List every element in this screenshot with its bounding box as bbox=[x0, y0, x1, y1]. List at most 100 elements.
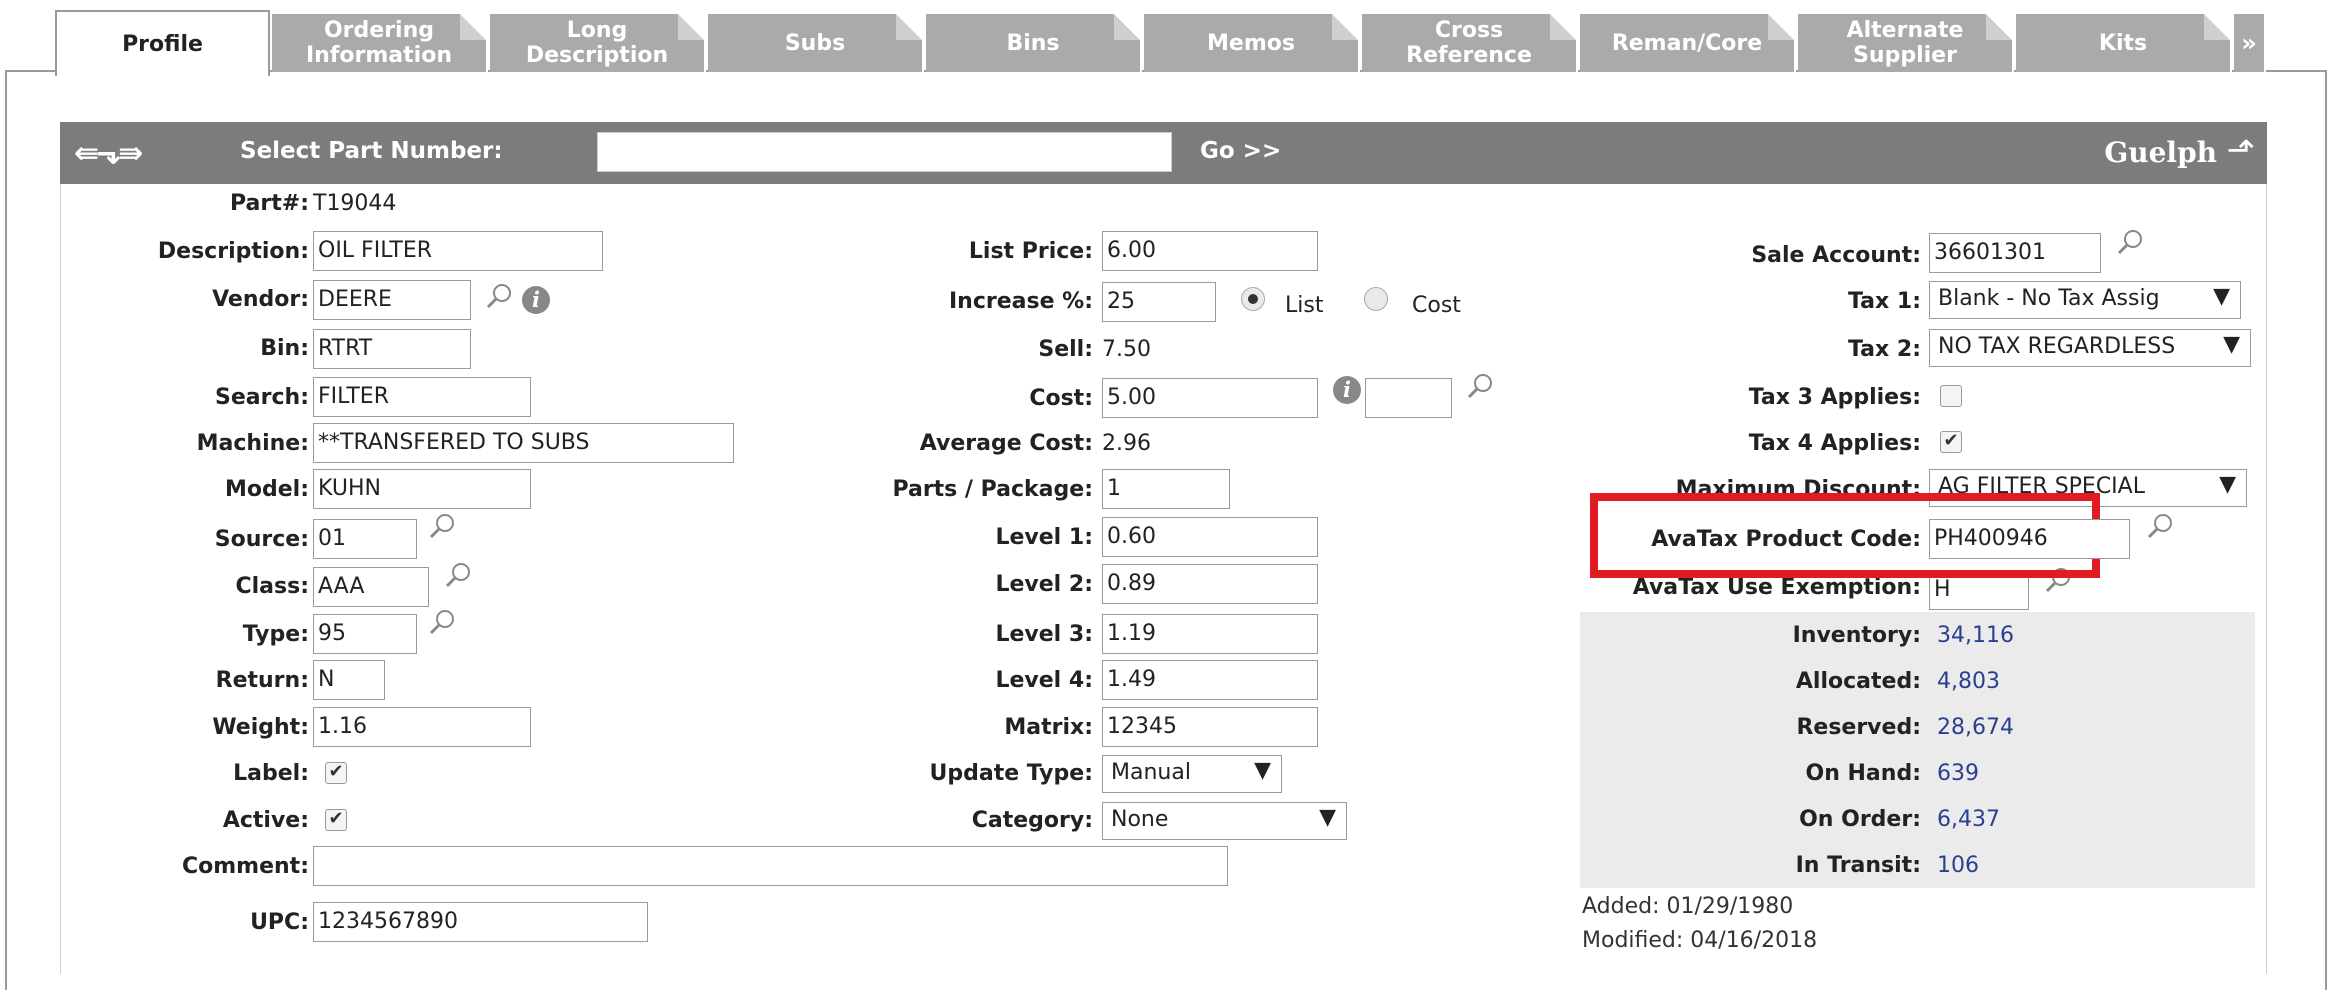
class-input[interactable]: AAA bbox=[313, 567, 429, 607]
comment-input[interactable] bbox=[313, 846, 1228, 886]
weight-input[interactable]: 1.16 bbox=[313, 707, 531, 747]
matrix-input[interactable]: 12345 bbox=[1102, 707, 1318, 747]
inventory-value: 34,116 bbox=[1937, 623, 2014, 648]
tax-1-label: Tax 1: bbox=[1848, 289, 1921, 314]
class-search-icon[interactable] bbox=[444, 561, 472, 589]
parts-per-package-input[interactable]: 1 bbox=[1102, 469, 1230, 509]
source-input[interactable]: 01 bbox=[313, 519, 417, 559]
search-input[interactable]: FILTER bbox=[313, 377, 531, 417]
level-4-input[interactable]: 1.49 bbox=[1102, 660, 1318, 700]
on-order-label: On Order: bbox=[1799, 807, 1921, 832]
location-switch-icon[interactable]: ⬏ bbox=[2227, 130, 2255, 170]
reserved-label: Reserved: bbox=[1796, 715, 1921, 740]
category-select[interactable]: None ▼ bbox=[1102, 802, 1347, 840]
model-label: Model: bbox=[224, 477, 309, 502]
list-price-input[interactable]: 6.00 bbox=[1102, 231, 1318, 271]
modified-date-text: Modified: 04/16/2018 bbox=[1582, 928, 1818, 953]
tab-profile[interactable]: Profile bbox=[55, 10, 270, 76]
machine-input[interactable]: **TRANSFERED TO SUBS bbox=[313, 423, 734, 463]
tax-1-value: Blank - No Tax Assig bbox=[1938, 286, 2160, 311]
return-input[interactable]: N bbox=[313, 660, 385, 700]
list-radio-label: List bbox=[1285, 293, 1324, 318]
update-type-select[interactable]: Manual ▼ bbox=[1102, 755, 1282, 793]
navigation-arrows-icon[interactable]: ⇚⬎⇛ bbox=[74, 136, 143, 171]
avatax-product-code-label: AvaTax Product Code: bbox=[1651, 527, 1921, 552]
active-checkbox[interactable]: ✔ bbox=[325, 809, 347, 831]
vendor-search-icon[interactable] bbox=[485, 282, 513, 310]
type-label: Type: bbox=[242, 622, 309, 647]
class-label: Class: bbox=[235, 574, 309, 599]
tab-ordering-information[interactable]: Ordering Information bbox=[272, 14, 488, 72]
tab-long-description[interactable]: Long Description bbox=[490, 14, 706, 72]
sell-label: Sell: bbox=[1038, 337, 1093, 362]
cost-extra-input[interactable] bbox=[1365, 378, 1452, 418]
allocated-value: 4,803 bbox=[1937, 669, 2000, 694]
avatax-product-code-search-icon[interactable] bbox=[2146, 512, 2174, 540]
cost-info-icon[interactable]: i bbox=[1333, 376, 1361, 404]
tax-3-applies-checkbox[interactable] bbox=[1940, 385, 1962, 407]
return-label: Return: bbox=[215, 668, 309, 693]
level-2-label: Level 2: bbox=[995, 572, 1093, 597]
level-2-input[interactable]: 0.89 bbox=[1102, 564, 1318, 604]
tab-label: Alternate Supplier bbox=[1846, 18, 1964, 68]
vendor-info-icon[interactable]: i bbox=[522, 286, 550, 314]
tab-more-button[interactable]: » bbox=[2234, 14, 2266, 72]
bin-label: Bin: bbox=[260, 336, 309, 361]
parts-per-package-label: Parts / Package: bbox=[892, 477, 1093, 502]
sale-account-input[interactable]: 36601301 bbox=[1929, 233, 2101, 273]
upc-input[interactable]: 1234567890 bbox=[313, 902, 648, 942]
cost-search-icon[interactable] bbox=[1466, 372, 1494, 400]
upc-label: UPC: bbox=[250, 910, 309, 935]
vendor-input[interactable]: DEERE bbox=[313, 280, 471, 320]
on-order-value: 6,437 bbox=[1937, 807, 2000, 832]
select-part-number-input[interactable] bbox=[597, 132, 1172, 172]
tab-alternate-supplier[interactable]: Alternate Supplier bbox=[1798, 14, 2014, 72]
tab-label: Profile bbox=[122, 31, 203, 57]
avatax-product-code-input[interactable]: PH400946 bbox=[1929, 519, 2130, 559]
cost-radio-label: Cost bbox=[1412, 293, 1461, 318]
description-input[interactable]: OIL FILTER bbox=[313, 231, 603, 271]
added-date-text: Added: 01/29/1980 bbox=[1582, 894, 1794, 919]
tab-memos[interactable]: Memos bbox=[1144, 14, 1360, 72]
tax-2-select[interactable]: NO TAX REGARDLESS ▼ bbox=[1929, 329, 2251, 367]
dropdown-arrow-icon: ▼ bbox=[2219, 472, 2236, 497]
dropdown-arrow-icon: ▼ bbox=[2213, 284, 2230, 309]
sale-account-label: Sale Account: bbox=[1751, 243, 1921, 268]
level-1-input[interactable]: 0.60 bbox=[1102, 517, 1318, 557]
select-part-number-label: Select Part Number: bbox=[240, 138, 503, 164]
tab-reman-core[interactable]: Reman/Core bbox=[1580, 14, 1796, 72]
dropdown-arrow-icon: ▼ bbox=[2223, 332, 2240, 357]
reserved-value: 28,674 bbox=[1937, 715, 2014, 740]
average-cost-value: 2.96 bbox=[1102, 431, 1151, 456]
type-input[interactable]: 95 bbox=[313, 614, 417, 654]
level-3-input[interactable]: 1.19 bbox=[1102, 614, 1318, 654]
tab-label: Memos bbox=[1207, 30, 1295, 56]
go-button[interactable]: Go >> bbox=[1200, 138, 1281, 164]
weight-label: Weight: bbox=[212, 715, 309, 740]
part-number-label: Part#: bbox=[230, 191, 309, 216]
active-checkbox-label: Active: bbox=[222, 808, 309, 833]
tab-kits[interactable]: Kits bbox=[2016, 14, 2232, 72]
bin-input[interactable]: RTRT bbox=[313, 329, 471, 369]
tab-label: Subs bbox=[784, 30, 846, 56]
tab-cross-reference[interactable]: Cross Reference bbox=[1362, 14, 1578, 72]
tax-4-applies-checkbox[interactable]: ✔ bbox=[1940, 431, 1962, 453]
inventory-label: Inventory: bbox=[1792, 623, 1921, 648]
type-search-icon[interactable] bbox=[428, 608, 456, 636]
model-input[interactable]: KUHN bbox=[313, 469, 531, 509]
label-checkbox-label: Label: bbox=[233, 761, 309, 786]
source-label: Source: bbox=[214, 527, 309, 552]
search-label: Search: bbox=[215, 385, 309, 410]
sale-account-search-icon[interactable] bbox=[2116, 228, 2144, 256]
tab-bins[interactable]: Bins bbox=[926, 14, 1142, 72]
source-search-icon[interactable] bbox=[428, 512, 456, 540]
tax-1-select[interactable]: Blank - No Tax Assig ▼ bbox=[1929, 281, 2241, 319]
level-4-label: Level 4: bbox=[995, 668, 1093, 693]
list-radio[interactable] bbox=[1241, 287, 1265, 311]
tab-subs[interactable]: Subs bbox=[708, 14, 924, 72]
label-checkbox[interactable]: ✔ bbox=[325, 762, 347, 784]
increase-percent-input[interactable]: 25 bbox=[1102, 282, 1216, 322]
cost-input[interactable]: 5.00 bbox=[1102, 378, 1318, 418]
cost-radio[interactable] bbox=[1364, 287, 1388, 311]
tab-label: Kits bbox=[2098, 30, 2148, 56]
